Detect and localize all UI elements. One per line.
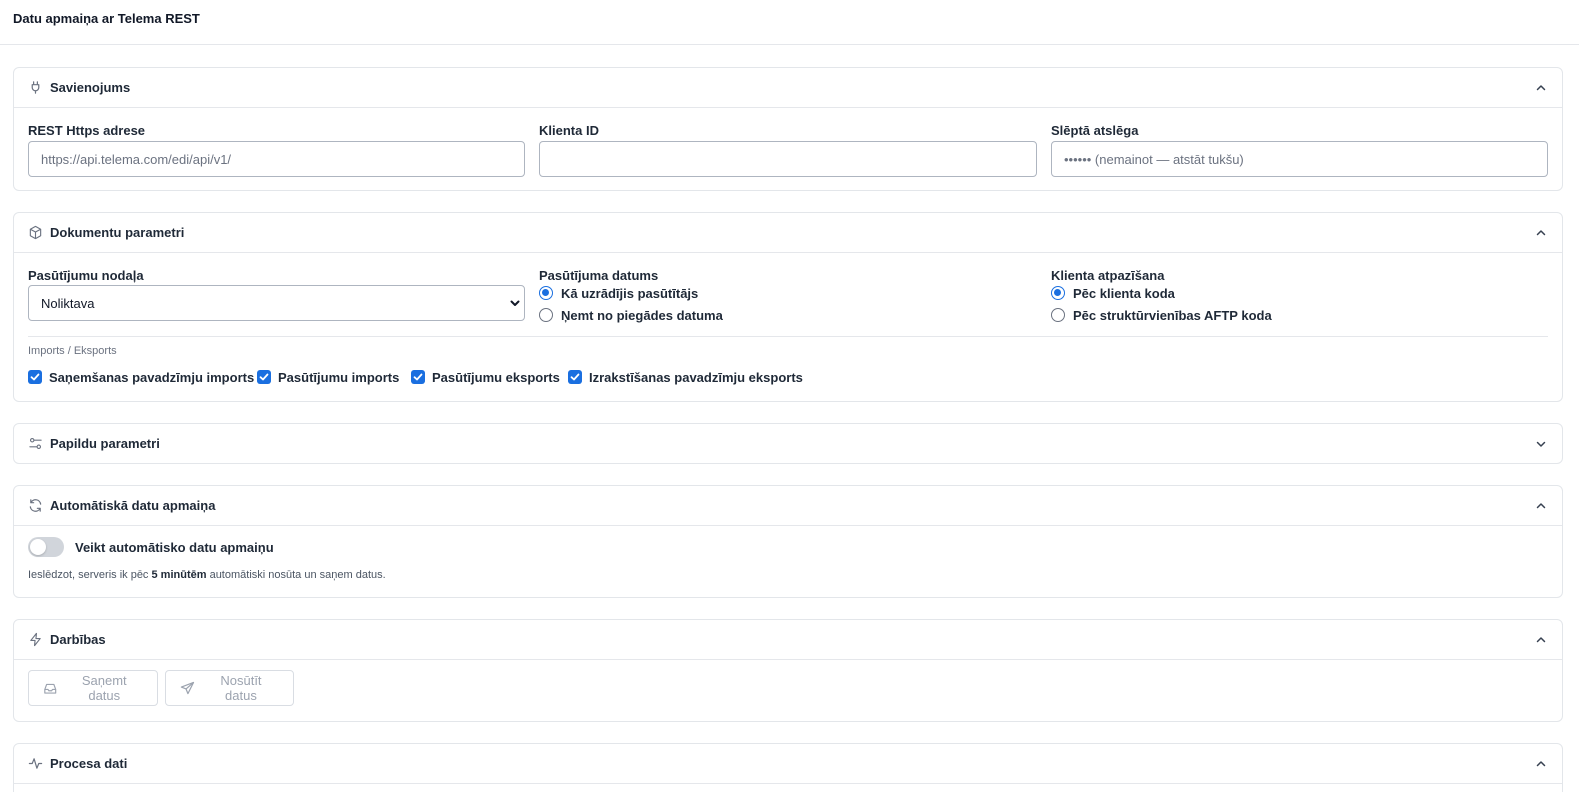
additional-card: Papildu parametri [13,423,1563,464]
radio-button[interactable] [1051,286,1065,300]
checkbox[interactable] [28,370,42,384]
send-icon [180,681,195,694]
client-id-label: Klienta ID [539,123,599,138]
secret-label: Slēptā atslēga [1051,123,1139,138]
radio-label: Pēc struktūrvienības AFTP koda [1073,307,1272,323]
process-data-card: Procesa dati [13,743,1563,792]
hint-interval: 5 minūtēm [151,569,207,581]
section-divider [28,336,1548,337]
import-export-label: Imports / Eksports [28,345,117,357]
send-data-button[interactable]: Nosūtīt datus [165,670,294,706]
url-label: REST Https adrese [28,123,146,138]
connection-card: Savienojums REST Https adrese Klienta ID… [13,67,1563,191]
receive-data-button[interactable]: Saņemt datus [28,670,158,706]
checkbox[interactable] [257,370,271,384]
process-data-card-title: Procesa dati [50,756,128,771]
hint-text-after: automātiski nosūta un saņem datus. [206,569,386,581]
radio-button[interactable] [539,286,553,300]
check-icon [259,373,269,381]
checkbox[interactable] [411,370,425,384]
department-label: Pasūtījumu nodaļa [28,268,144,283]
chevron-down-icon[interactable] [1534,437,1548,451]
lightning-icon [30,632,41,647]
auto-exchange-hint: Ieslēdzot, serveris ik pēc 5 minūtēm aut… [28,569,386,581]
actions-card-title: Darbības [50,632,106,647]
chevron-up-icon[interactable] [1534,633,1548,647]
radio-label: Ņemt no piegādes datuma [561,307,723,323]
actions-card: Darbības Saņemt datus Nosūtīt datus [13,619,1563,722]
plug-icon [31,81,40,94]
import-export-option-4[interactable]: Izrakstīšanas pavadzīmju eksports [568,368,803,386]
chevron-up-icon[interactable] [1534,226,1548,240]
checkbox-label: Pasūtījumu imports [278,369,400,385]
receive-data-label: Saņemt datus [81,673,127,703]
import-export-option-1[interactable]: Saņemšanas pavadzīmju imports [28,368,254,386]
process-data-card-header[interactable]: Procesa dati [14,744,1562,784]
client-id-input[interactable] [539,141,1037,177]
order-date-option-1[interactable]: Kā uzrādījis pasūtītājs [539,284,698,302]
url-input[interactable] [28,141,525,177]
client-recognition-option-2[interactable]: Pēc struktūrvienības AFTP koda [1051,306,1272,324]
check-icon [413,373,423,381]
department-select[interactable]: Noliktava [28,285,525,321]
sliders-icon [29,437,42,450]
documents-card-header[interactable]: Dokumentu parametri [14,213,1562,253]
connection-card-title: Savienojums [50,80,131,95]
check-icon [570,373,580,381]
import-export-option-3[interactable]: Pasūtījumu eksports [411,368,560,386]
checkbox[interactable] [568,370,582,384]
radio-button[interactable] [539,308,553,322]
actions-card-header[interactable]: Darbības [14,620,1562,660]
client-recognition-option-1[interactable]: Pēc klienta koda [1051,284,1175,302]
inbox-icon [44,683,57,694]
client-recognition-label: Klienta atpazīšana [1051,268,1165,283]
auto-exchange-card-title: Automātiskā datu apmaiņa [50,498,216,513]
auto-exchange-toggle[interactable] [28,537,64,557]
checkbox-label: Saņemšanas pavadzīmju imports [49,369,255,385]
auto-exchange-toggle-label: Veikt automātisko datu apmaiņu [75,540,274,555]
hint-text-before: Ieslēdzot, serveris ik pēc [28,569,152,581]
auto-exchange-card-header[interactable]: Automātiskā datu apmaiņa [14,486,1562,526]
radio-label: Kā uzrādījis pasūtītājs [561,285,699,301]
chevron-up-icon[interactable] [1534,499,1548,513]
chevron-up-icon[interactable] [1534,81,1548,95]
check-icon [30,373,40,381]
page-title: Datu apmaiņa ar Telema REST [13,11,200,26]
additional-card-title: Papildu parametri [50,436,160,451]
top-bar: Datu apmaiņa ar Telema REST [0,0,1579,45]
checkbox-label: Pasūtījumu eksports [432,369,560,385]
import-export-option-2[interactable]: Pasūtījumu imports [257,368,399,386]
additional-card-header[interactable]: Papildu parametri [14,424,1562,463]
radio-label: Pēc klienta koda [1073,285,1175,301]
radio-button[interactable] [1051,308,1065,322]
refresh-icon [29,499,42,512]
documents-card: Dokumentu parametri Pasūtījumu nodaļa No… [13,212,1563,402]
secret-input[interactable] [1051,141,1548,177]
chevron-up-icon[interactable] [1534,757,1548,771]
connection-card-header[interactable]: Savienojums [14,68,1562,108]
order-date-label: Pasūtījuma datums [539,268,659,283]
activity-icon [28,758,43,769]
auto-exchange-card: Automātiskā datu apmaiņa Veikt automātis… [13,485,1563,598]
documents-card-title: Dokumentu parametri [50,225,185,240]
checkbox-label: Izrakstīšanas pavadzīmju eksports [589,369,803,385]
box-icon [29,225,42,240]
send-data-label: Nosūtīt datus [220,673,262,703]
order-date-option-2[interactable]: Ņemt no piegādes datuma [539,306,723,324]
